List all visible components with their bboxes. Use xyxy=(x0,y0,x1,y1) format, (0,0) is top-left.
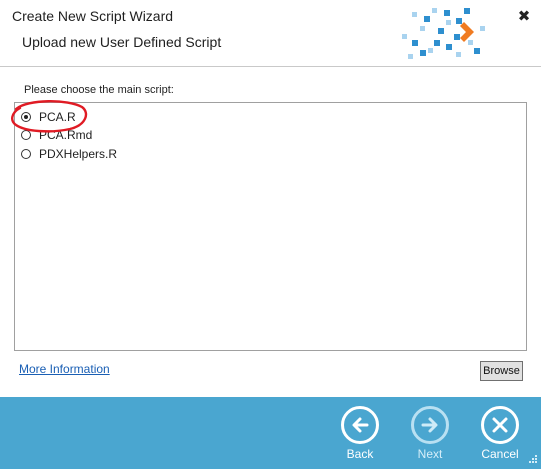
script-option-pca-r[interactable]: PCA.R xyxy=(21,109,76,125)
window-title: Create New Script Wizard xyxy=(12,8,174,24)
choose-script-prompt: Please choose the main script: xyxy=(24,84,174,96)
radio-button[interactable] xyxy=(21,149,31,159)
wizard-header: Create New Script Wizard Upload new User… xyxy=(0,0,541,62)
cancel-label: Cancel xyxy=(481,447,519,461)
close-circle-icon xyxy=(481,406,519,444)
pixel-mosaic-logo xyxy=(402,8,485,59)
close-icon[interactable]: ✖ xyxy=(516,8,532,24)
script-option-pdxhelpers-r[interactable]: PDXHelpers.R xyxy=(21,146,117,162)
script-option-label: PDXHelpers.R xyxy=(39,147,118,161)
header-divider xyxy=(0,66,541,67)
more-information-link[interactable]: More Information xyxy=(19,362,110,376)
back-label: Back xyxy=(346,447,374,461)
radio-button-checked[interactable] xyxy=(21,112,31,122)
arrow-left-circle-icon xyxy=(341,406,379,444)
wizard-window: Create New Script Wizard Upload new User… xyxy=(0,0,541,469)
wizard-footer xyxy=(0,397,541,469)
page-subtitle: Upload new User Defined Script xyxy=(22,34,222,50)
back-button[interactable]: Back xyxy=(338,404,388,462)
next-button[interactable]: Next xyxy=(408,404,458,462)
cancel-button[interactable]: Cancel xyxy=(478,404,528,462)
resize-grip-icon[interactable] xyxy=(526,454,538,466)
radio-button[interactable] xyxy=(21,130,31,140)
script-list: PCA.R PCA.Rmd PDXHelpers.R xyxy=(14,102,527,351)
script-option-label: PCA.Rmd xyxy=(39,128,93,142)
arrow-right-circle-icon xyxy=(411,406,449,444)
next-label: Next xyxy=(417,447,443,461)
script-option-pca-rmd[interactable]: PCA.Rmd xyxy=(21,127,92,143)
browse-button[interactable]: Browse xyxy=(480,361,523,381)
script-option-label: PCA.R xyxy=(39,110,76,124)
